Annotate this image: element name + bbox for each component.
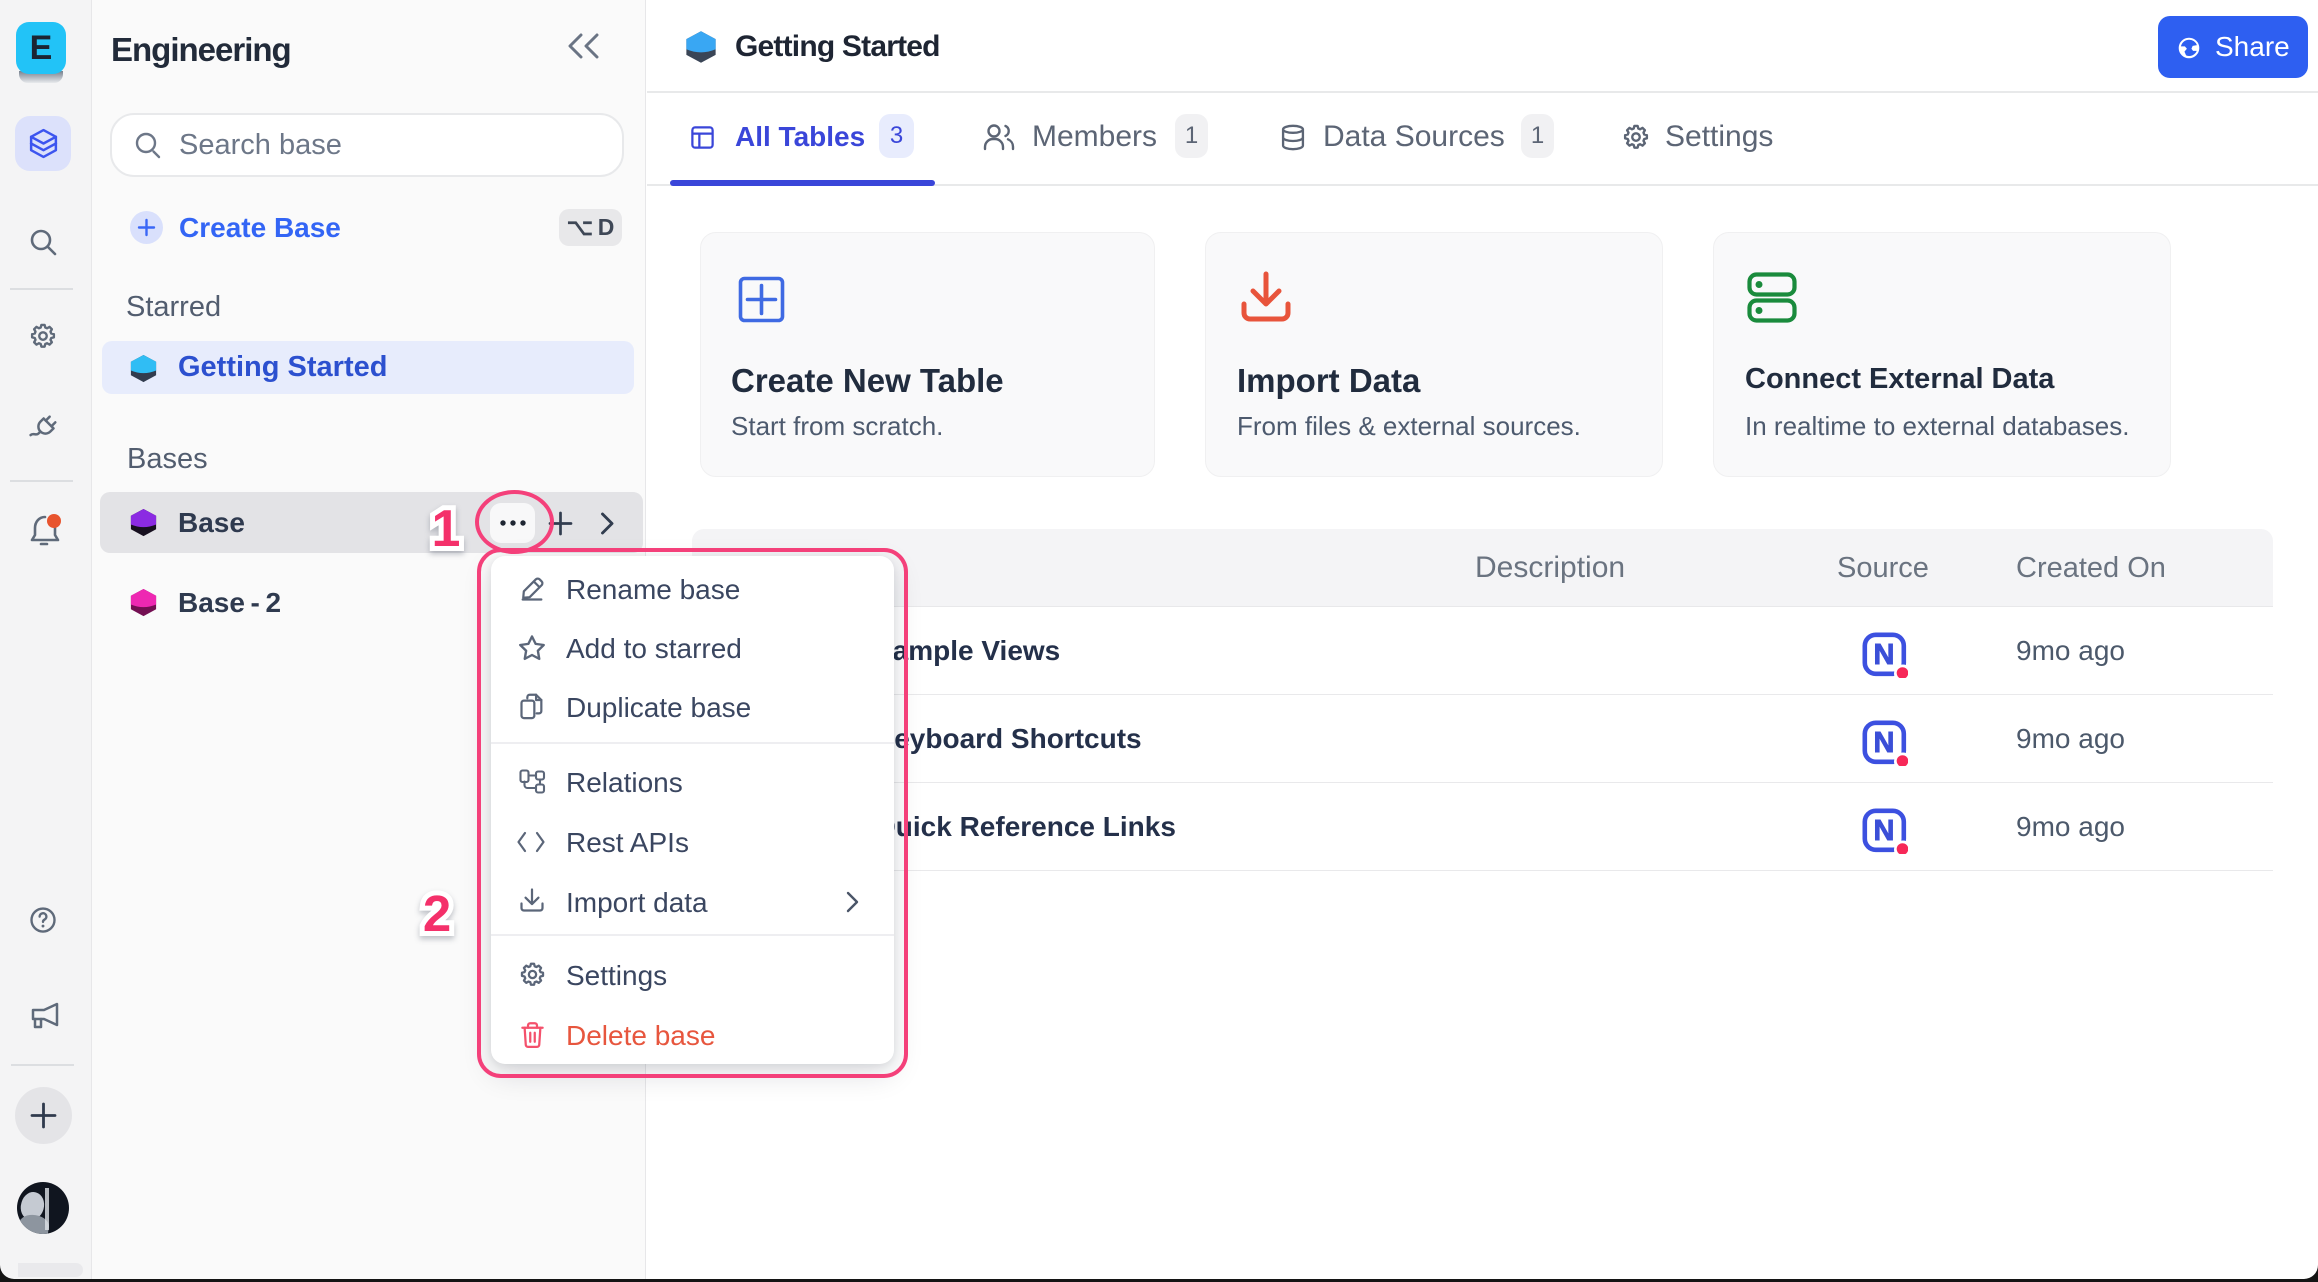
svg-text:2: 2 [423, 885, 451, 942]
svg-text:N: N [1874, 815, 1895, 847]
svg-text:N: N [1874, 727, 1895, 759]
svg-text:1: 1 [432, 500, 461, 558]
svg-text:N: N [1874, 639, 1895, 671]
